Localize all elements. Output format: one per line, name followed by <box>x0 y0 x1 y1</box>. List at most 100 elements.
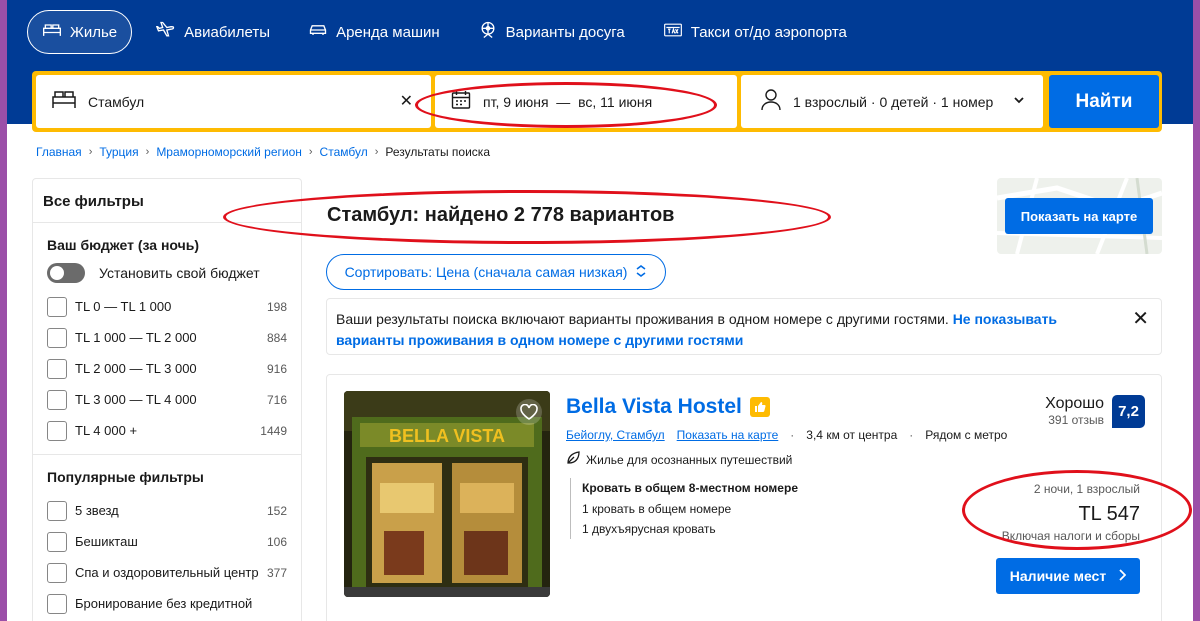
sort-chevron-icon <box>635 264 647 281</box>
map-preview[interactable]: Показать на карте <box>997 178 1162 254</box>
filter-label: Бронирование без кредитной <box>75 596 253 611</box>
filter-label: Спа и оздоровительный центр <box>75 565 259 580</box>
clear-icon[interactable]: ✕ <box>400 91 413 111</box>
close-icon[interactable]: ✕ <box>1132 309 1149 330</box>
car-icon <box>308 20 328 44</box>
bed-icon <box>52 90 76 113</box>
checkbox[interactable] <box>47 531 67 552</box>
separator-dot: · <box>909 428 914 442</box>
room-line: 1 кровать в общем номере <box>582 502 732 516</box>
tab-car-rental[interactable]: Аренда машин <box>294 10 454 54</box>
popular-heading: Популярные фильтры <box>47 469 204 485</box>
tab-label: Жилье <box>70 23 118 41</box>
chevron-right-icon: › <box>145 146 150 158</box>
metro-text: Рядом с метро <box>925 428 1008 442</box>
taxi-icon <box>663 20 683 44</box>
tab-attractions[interactable]: Варианты досуга <box>464 10 639 54</box>
checkbox[interactable] <box>47 562 67 583</box>
property-photo[interactable]: BELLA VISTA <box>344 391 550 597</box>
chevron-right-icon: › <box>374 146 379 158</box>
checkbox[interactable] <box>47 358 67 379</box>
favorite-heart-icon[interactable] <box>516 399 542 425</box>
hostel-photo-image: BELLA VISTA <box>344 391 550 597</box>
location-row: Бейоглу, Стамбул Показать на карте · 3,4… <box>566 428 1007 442</box>
review-score[interactable]: Хорошо 391 отзыв 7,2 <box>1045 395 1145 428</box>
hostel-sign-text: BELLA VISTA <box>389 426 505 446</box>
checkbox[interactable] <box>47 593 67 614</box>
shared-room-notice: Ваши результаты поиска включают варианты… <box>326 298 1162 355</box>
room-details: Кровать в общем 8-местном номере 1 крова… <box>570 478 798 539</box>
filters-sidebar: Все фильтры Ваш бюджет (за ночь) Установ… <box>32 178 302 621</box>
notice-text: Ваши результаты поиска включают варианты… <box>336 311 953 327</box>
checkbox[interactable] <box>47 296 67 317</box>
tab-stays[interactable]: Жилье <box>27 10 133 54</box>
checkbox[interactable] <box>47 420 67 441</box>
rating-word: Хорошо <box>1045 395 1104 412</box>
budget-toggle-row[interactable]: Установить свой бюджет <box>33 263 301 291</box>
tab-airport-taxi[interactable]: Такси от/до аэропорта <box>649 10 861 54</box>
chevron-right-icon: › <box>88 146 93 158</box>
filter-budget-1[interactable]: TL 1 000 — TL 2 000 884 <box>33 322 301 353</box>
filter-label: Бешикташ <box>75 534 138 549</box>
tab-label: Варианты досуга <box>505 23 625 41</box>
filter-count: 198 <box>266 299 287 314</box>
filter-budget-3[interactable]: TL 3 000 — TL 4 000 716 <box>33 384 301 415</box>
tab-label: Авиабилеты <box>184 23 271 41</box>
filter-label: TL 0 — TL 1 000 <box>75 299 172 314</box>
breadcrumb-region[interactable]: Мраморноморский регион <box>156 145 302 159</box>
breadcrumb-country[interactable]: Турция <box>99 145 138 159</box>
district-link[interactable]: Бейоглу, Стамбул <box>566 428 665 442</box>
show-on-map-link[interactable]: Показать на карте <box>677 428 779 442</box>
filter-budget-0[interactable]: TL 0 — TL 1 000 198 <box>33 291 301 322</box>
filter-label: TL 1 000 — TL 2 000 <box>75 330 197 345</box>
separator-dot: · <box>790 428 795 442</box>
breadcrumb-city[interactable]: Стамбул <box>320 145 368 159</box>
filter-popular-3[interactable]: Бронирование без кредитной <box>33 588 301 619</box>
filter-budget-2[interactable]: TL 2 000 — TL 3 000 916 <box>33 353 301 384</box>
breadcrumb: Главная › Турция › Мраморноморский регио… <box>36 145 490 159</box>
tab-label: Аренда машин <box>336 23 440 41</box>
budget-toggle-label: Установить свой бюджет <box>99 265 260 281</box>
chevron-right-icon <box>1118 568 1127 584</box>
guests-value: 1 взрослый · 0 детей · 1 номер <box>793 93 994 110</box>
search-button[interactable]: Найти <box>1049 75 1159 128</box>
guests-field[interactable]: 1 взрослый · 0 детей · 1 номер <box>741 75 1043 128</box>
availability-button[interactable]: Наличие мест <box>996 558 1140 594</box>
filter-count: 916 <box>266 361 287 376</box>
property-name-row: Bella Vista Hostel <box>566 395 770 419</box>
eco-badge: Жилье для осознанных путешествий <box>566 451 792 468</box>
tab-flights[interactable]: Авиабилеты <box>142 10 284 54</box>
property-name[interactable]: Bella Vista Hostel <box>566 395 742 419</box>
sort-label: Сортировать: Цена (сначала самая низкая) <box>344 264 628 280</box>
bed-icon <box>42 20 62 44</box>
room-title: Кровать в общем 8-местном номере <box>582 481 798 495</box>
filter-count: 716 <box>266 392 287 407</box>
filter-popular-2[interactable]: Спа и оздоровительный центр 377 <box>33 557 301 588</box>
destination-field[interactable]: Стамбул ✕ <box>36 75 431 128</box>
attractions-icon <box>478 20 498 44</box>
budget-toggle[interactable] <box>47 263 85 283</box>
annotation-ellipse-dates <box>415 82 717 128</box>
filter-label: TL 4 000 + <box>75 423 138 438</box>
filter-budget-4[interactable]: TL 4 000 + 1449 <box>33 415 301 446</box>
sort-dropdown[interactable]: Сортировать: Цена (сначала самая низкая) <box>326 254 666 290</box>
checkbox[interactable] <box>47 500 67 521</box>
tab-label: Такси от/до аэропорта <box>690 23 847 41</box>
score-badge: 7,2 <box>1112 395 1145 428</box>
filter-popular-1[interactable]: Бешикташ 106 <box>33 526 301 557</box>
room-line: 1 двухъярусная кровать <box>582 522 716 536</box>
plane-icon <box>155 20 176 44</box>
breadcrumb-current: Результаты поиска <box>385 145 490 159</box>
breadcrumb-home[interactable]: Главная <box>36 145 82 159</box>
filter-count: 884 <box>266 330 287 345</box>
annotation-ellipse-title <box>223 190 831 244</box>
filter-label: TL 2 000 — TL 3 000 <box>75 361 197 376</box>
show-on-map-button[interactable]: Показать на карте <box>1005 198 1153 234</box>
checkbox[interactable] <box>47 389 67 410</box>
leaf-icon <box>566 451 580 468</box>
filter-popular-0[interactable]: 5 звезд 152 <box>33 495 301 526</box>
checkbox[interactable] <box>47 327 67 348</box>
destination-value: Стамбул <box>88 93 145 110</box>
availability-label: Наличие мест <box>1009 568 1107 584</box>
page-frame: Жилье Авиабилеты Аренда машин Варианты д… <box>7 0 1193 621</box>
